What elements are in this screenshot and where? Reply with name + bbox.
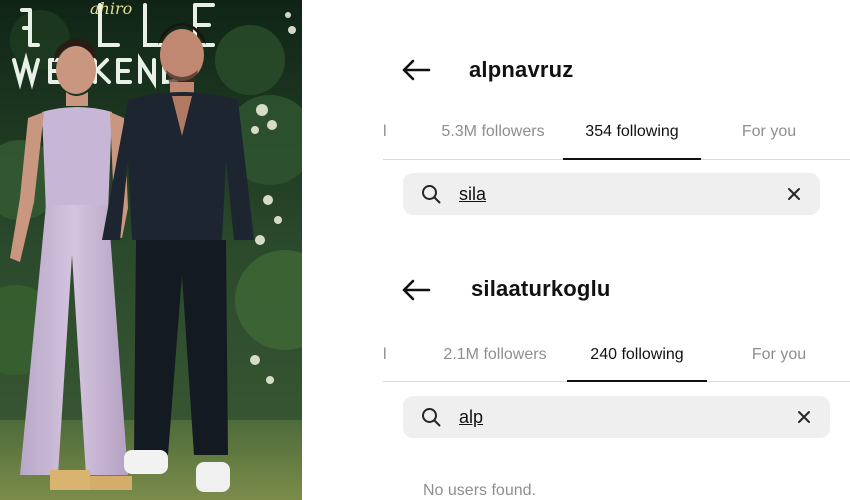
tab-following[interactable]: 240 following <box>567 340 707 380</box>
clear-search-icon[interactable] <box>796 409 812 425</box>
search-icon <box>422 185 441 204</box>
profile-tabs: l 2.1M followers 240 following For you <box>383 340 850 382</box>
profile-header: alpnavruz <box>383 0 850 82</box>
search-bar <box>403 396 830 438</box>
event-photo: ahiro <box>0 0 302 500</box>
tab-partial[interactable]: l <box>383 340 393 380</box>
tab-following[interactable]: 354 following <box>563 117 701 157</box>
following-panel-alpnavruz: alpnavruz l 5.3M followers 354 following… <box>383 0 850 240</box>
back-arrow-icon[interactable] <box>401 59 431 81</box>
tab-for-you[interactable]: For you <box>713 117 825 157</box>
search-icon <box>422 408 441 427</box>
tab-for-you[interactable]: For you <box>723 340 835 380</box>
active-tab-indicator <box>563 158 701 160</box>
back-arrow-icon[interactable] <box>401 279 431 301</box>
tab-followers[interactable]: 2.1M followers <box>425 340 565 380</box>
no-results-message: No users found. <box>423 482 536 499</box>
tab-followers[interactable]: 5.3M followers <box>423 117 563 157</box>
tab-partial[interactable]: l <box>383 117 393 157</box>
following-panel-silaaturkoglu: silaaturkoglu l 2.1M followers 240 follo… <box>383 240 850 500</box>
search-input[interactable] <box>459 404 759 430</box>
clear-search-icon[interactable] <box>786 186 802 202</box>
search-input[interactable] <box>459 181 759 207</box>
svg-text:ahiro: ahiro <box>90 0 132 18</box>
active-tab-indicator <box>567 380 707 382</box>
profile-username: silaaturkoglu <box>471 276 611 301</box>
profile-header: silaaturkoglu <box>383 240 850 301</box>
profile-tabs: l 5.3M followers 354 following For you <box>383 117 850 160</box>
couple-photo-illustration: ahiro <box>0 0 302 500</box>
profile-username: alpnavruz <box>469 57 574 82</box>
search-bar <box>403 173 820 215</box>
